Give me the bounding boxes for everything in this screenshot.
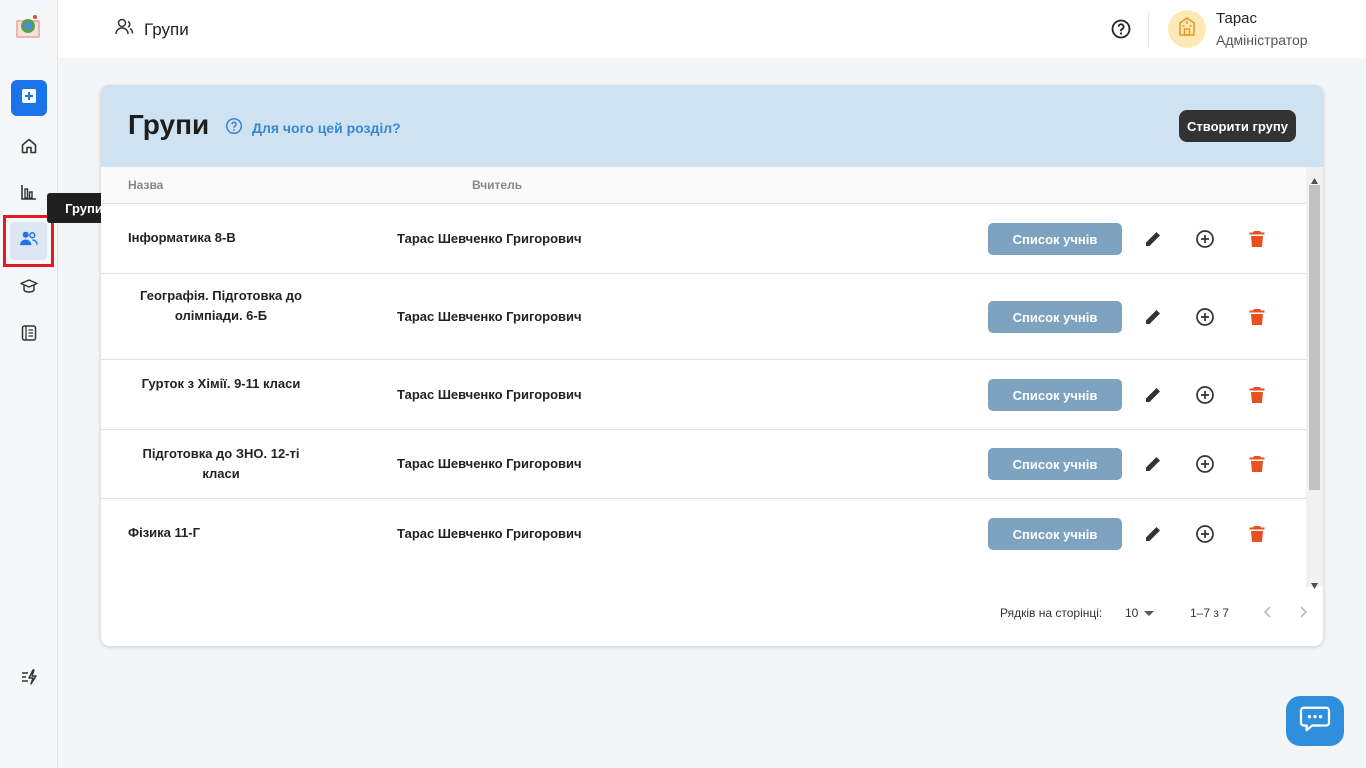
groups-table-body: Інформатика 8-В Тарас Шевченко Григорови…: [101, 204, 1306, 568]
rows-per-page-select[interactable]: 10: [1125, 606, 1155, 620]
add-circle-icon[interactable]: [1194, 384, 1216, 406]
students-list-button[interactable]: Список учнів: [988, 518, 1122, 550]
user-role: Адміністратор: [1216, 32, 1308, 48]
school-building-icon: [1175, 15, 1199, 44]
group-teacher: Тарас Шевченко Григорович: [397, 231, 582, 246]
column-header-name[interactable]: Назва: [128, 178, 163, 192]
group-name: Географія. Підготовка до олімпіади. 6-Б: [140, 288, 302, 323]
group-name: Інформатика 8-В: [128, 230, 236, 245]
chevron-right-icon[interactable]: [1294, 603, 1312, 621]
edit-icon[interactable]: [1142, 228, 1164, 250]
column-header-teacher[interactable]: Вчитель: [472, 178, 522, 192]
delete-icon[interactable]: [1246, 384, 1268, 406]
table-row: Гурток з Хімії. 9-11 класи Тарас Шевченк…: [101, 360, 1306, 430]
students-list-button[interactable]: Список учнів: [988, 223, 1122, 255]
group-name: Фізика 11-Г: [128, 525, 200, 540]
card-header: Групи Для чого цей розділ? Створити груп…: [101, 85, 1323, 167]
school-logo-icon[interactable]: [13, 12, 43, 42]
sidebar-item-home[interactable]: [12, 131, 46, 165]
flash-icon: [20, 668, 38, 691]
book-icon: [20, 324, 38, 347]
chart-icon: [20, 183, 38, 206]
top-bar: Групи Тарас Адміністратор: [58, 0, 1366, 58]
groups-card: Групи Для чого цей розділ? Створити груп…: [101, 85, 1323, 646]
scroll-down-arrow-icon[interactable]: [1310, 577, 1319, 589]
students-list-button[interactable]: Список учнів: [988, 301, 1122, 333]
chevron-left-icon[interactable]: [1259, 603, 1277, 621]
sidebar-item-statistics[interactable]: [12, 177, 46, 211]
delete-icon[interactable]: [1246, 453, 1268, 475]
group-name: Гурток з Хімії. 9-11 класи: [141, 376, 301, 391]
divider: [1148, 12, 1149, 46]
add-circle-icon[interactable]: [1194, 306, 1216, 328]
delete-icon[interactable]: [1246, 228, 1268, 250]
users-icon: [19, 230, 38, 252]
question-circle-icon: [225, 117, 243, 138]
group-teacher: Тарас Шевченко Григорович: [397, 309, 582, 324]
sidebar-item-journal[interactable]: [12, 318, 46, 352]
avatar[interactable]: [1168, 10, 1206, 48]
edit-icon[interactable]: [1142, 523, 1164, 545]
sidebar-item-courses[interactable]: [12, 271, 46, 305]
students-list-button[interactable]: Список учнів: [988, 379, 1122, 411]
group-teacher: Тарас Шевченко Григорович: [397, 456, 582, 471]
graduation-cap-icon: [20, 277, 38, 300]
edit-icon[interactable]: [1142, 306, 1164, 328]
delete-icon[interactable]: [1246, 523, 1268, 545]
rows-per-page-value: 10: [1125, 606, 1139, 620]
group-teacher: Тарас Шевченко Григорович: [397, 387, 582, 402]
card-title: Групи: [128, 109, 210, 140]
caret-down-icon: [1144, 606, 1155, 620]
pagination-range: 1–7 з 7: [1190, 606, 1229, 620]
sidebar-item-groups[interactable]: [3, 215, 54, 267]
table-row: Географія. Підготовка до олімпіади. 6-Б …: [101, 274, 1306, 360]
table-row: Підготовка до ЗНО. 12-ті класи Тарас Шев…: [101, 430, 1306, 499]
plus-square-icon: [20, 87, 38, 110]
group-teacher: Тарас Шевченко Григорович: [397, 526, 582, 541]
rows-per-page-label: Рядків на сторінці:: [1000, 606, 1103, 620]
help-link-text[interactable]: Для чого цей розділ?: [252, 120, 401, 136]
students-list-button[interactable]: Список учнів: [988, 448, 1122, 480]
edit-icon[interactable]: [1142, 384, 1164, 406]
pagination: Рядків на сторінці: 10 1–7 з 7: [101, 593, 1323, 633]
help-link[interactable]: Для чого цей розділ?: [225, 117, 401, 138]
table-row: Фізика 11-Г Тарас Шевченко Григорович Сп…: [101, 499, 1306, 568]
create-group-button[interactable]: Створити групу: [1179, 110, 1296, 142]
user-name: Тарас: [1216, 10, 1258, 27]
scroll-up-arrow-icon[interactable]: [1310, 172, 1319, 184]
group-name: Підготовка до ЗНО. 12-ті класи: [142, 446, 300, 481]
delete-icon[interactable]: [1246, 306, 1268, 328]
scroll-thumb[interactable]: [1309, 185, 1320, 490]
users-icon: [114, 17, 134, 42]
table-scrollbar[interactable]: [1306, 167, 1323, 589]
sidebar-item-updates[interactable]: [12, 662, 46, 696]
sidebar-add-button[interactable]: [11, 80, 47, 116]
sidebar: Групи: [0, 0, 121, 768]
edit-icon[interactable]: [1142, 453, 1164, 475]
table-row: Інформатика 8-В Тарас Шевченко Григорови…: [101, 204, 1306, 274]
home-icon: [20, 137, 38, 160]
chat-button[interactable]: [1286, 696, 1344, 746]
table-header: Назва Вчитель: [101, 167, 1306, 204]
page-title-text: Групи: [144, 19, 189, 39]
help-icon[interactable]: [1110, 18, 1132, 40]
add-circle-icon[interactable]: [1194, 523, 1216, 545]
add-circle-icon[interactable]: [1194, 453, 1216, 475]
page-title: Групи: [114, 17, 189, 42]
add-circle-icon[interactable]: [1194, 228, 1216, 250]
chat-bubble-icon: [1299, 705, 1331, 738]
